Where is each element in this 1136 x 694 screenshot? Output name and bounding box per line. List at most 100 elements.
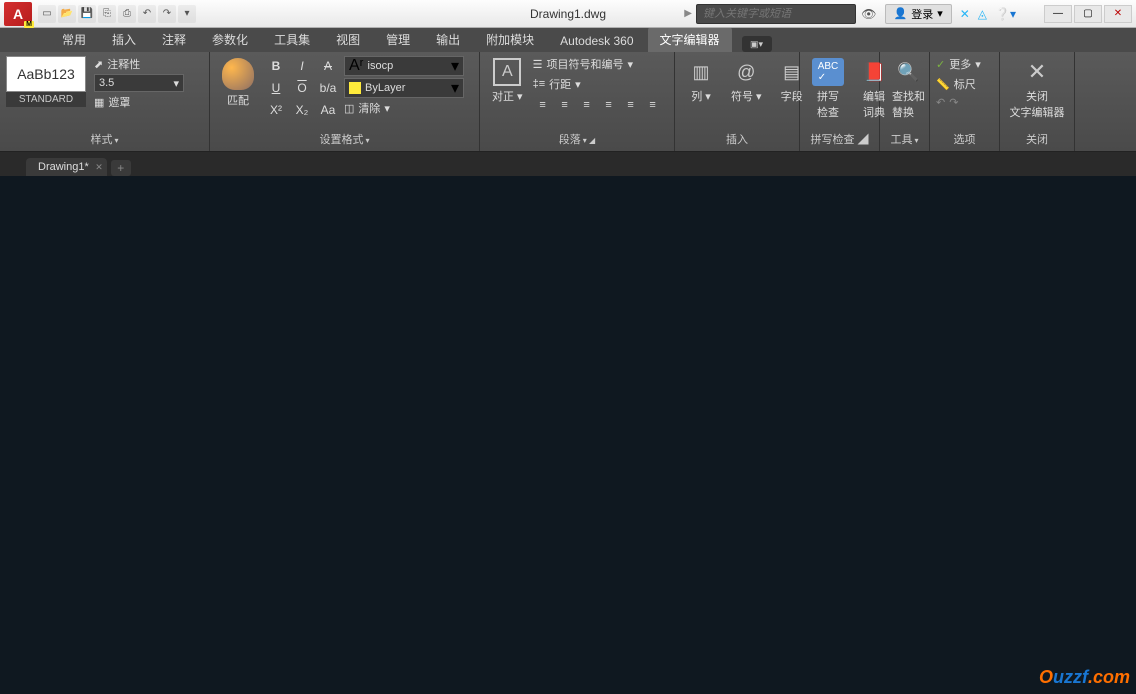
- text-height-dropdown[interactable]: 3.5▾: [94, 74, 184, 92]
- justify-button[interactable]: A 对正 ▾: [486, 56, 529, 106]
- align-dist-icon[interactable]: ≡: [643, 96, 663, 114]
- panel-format-label: 设置格式▾: [216, 129, 473, 149]
- maximize-button[interactable]: ▢: [1074, 5, 1102, 23]
- linespacing-dropdown[interactable]: ‡≡ 行距▾: [533, 76, 668, 92]
- superscript-button[interactable]: X²: [264, 100, 288, 120]
- user-icon: 👤: [894, 7, 908, 20]
- linespacing-icon: ‡≡: [533, 78, 546, 90]
- qat-saveas-icon[interactable]: ⎘: [98, 5, 116, 23]
- clear-button[interactable]: ◫ 清除 ▾: [344, 100, 464, 116]
- tab-annotate[interactable]: 注释: [150, 27, 198, 52]
- close-editor-button[interactable]: ✕ 关闭 文字编辑器: [1004, 56, 1071, 122]
- tab-a360[interactable]: Autodesk 360: [548, 30, 645, 52]
- tab-text-editor[interactable]: 文字编辑器: [648, 27, 732, 52]
- qat-new-icon[interactable]: ▭: [38, 5, 56, 23]
- panel-tools: 🔍 查找和 替换 工具▾: [880, 52, 930, 151]
- app-logo[interactable]: A: [4, 2, 32, 26]
- mask-icon: ▦: [94, 96, 104, 109]
- color-dropdown[interactable]: ByLayer ▾: [344, 78, 464, 98]
- panel-style: AaBb123 STANDARD ⬈ 注释性 3.5▾ ▦ 遮罩: [0, 52, 210, 151]
- ruler-toggle[interactable]: 📏 标尺: [936, 76, 981, 92]
- stack-button[interactable]: b/a: [316, 78, 340, 98]
- tab-addins[interactable]: 附加模块: [474, 27, 546, 52]
- share-icon[interactable]: ◬: [978, 7, 987, 21]
- panel-insert: ▥ 列 ▾ @ 符号 ▾ ▤ 字段 插入: [675, 52, 800, 151]
- panel-options-label: 选项: [936, 129, 993, 149]
- match-button[interactable]: 匹配: [216, 56, 260, 110]
- align-left-icon[interactable]: ≡: [533, 96, 553, 114]
- style-preview[interactable]: AaBb123: [6, 56, 86, 92]
- doc-tab-close-icon[interactable]: ✕: [95, 162, 103, 173]
- italic-button[interactable]: I: [290, 56, 314, 76]
- search-area: ▶: [684, 4, 856, 24]
- tab-toolset[interactable]: 工具集: [262, 27, 322, 52]
- minimize-button[interactable]: —: [1044, 5, 1072, 23]
- strike-button[interactable]: A: [316, 56, 340, 76]
- panel-format: 匹配 B I A U O b/a X² X₂ Aa: [210, 52, 480, 151]
- more-dropdown[interactable]: ✓ 更多▾: [936, 56, 981, 72]
- new-doc-tab-button[interactable]: +: [111, 160, 131, 176]
- tab-view[interactable]: 视图: [324, 27, 372, 52]
- titlebar-icons: 👁 👤 登录 ▾ ✕ ◬ ❔▾: [861, 4, 1016, 24]
- panel-spellcheck: ABC✓ 拼写 检查 📕 编辑 词典 拼写检查 ◢: [800, 52, 880, 151]
- mask-toggle[interactable]: ▦ 遮罩: [94, 94, 184, 110]
- tab-common[interactable]: 常用: [50, 27, 98, 52]
- column-button[interactable]: ▥ 列 ▾: [681, 56, 721, 106]
- help-icon[interactable]: ❔▾: [995, 7, 1016, 21]
- align-justify-icon[interactable]: ≡: [599, 96, 619, 114]
- ruler-icon: 📏: [936, 78, 950, 91]
- align-default-icon[interactable]: ≡: [621, 96, 641, 114]
- ribbon-minimize-icon[interactable]: ▣▾: [742, 36, 772, 52]
- document-tabs: Drawing1* ✕ +: [0, 152, 1136, 176]
- binoculars-icon[interactable]: 👁: [861, 7, 876, 21]
- panel-paragraph: A 对正 ▾ ☰ 项目符号和编号▾ ‡≡ 行距▾ ≡ ≡ ≡: [480, 52, 675, 151]
- find-icon: 🔍: [895, 58, 923, 86]
- tab-manage[interactable]: 管理: [374, 27, 422, 52]
- undo-icon[interactable]: ↶: [936, 96, 945, 109]
- brush-icon: [222, 58, 254, 90]
- login-button[interactable]: 👤 登录 ▾: [885, 4, 952, 24]
- align-center-icon[interactable]: ≡: [555, 96, 575, 114]
- overline-button[interactable]: O: [290, 78, 314, 98]
- panel-insert-label: 插入: [681, 129, 793, 149]
- qat-more-icon[interactable]: ▾: [178, 5, 196, 23]
- qat-save-icon[interactable]: 💾: [78, 5, 96, 23]
- at-icon: @: [732, 58, 760, 86]
- redo-icon[interactable]: ↷: [949, 96, 958, 109]
- search-input[interactable]: [696, 4, 856, 24]
- font-dropdown[interactable]: Aʳ isocp ▾: [344, 56, 464, 76]
- annotative-icon: ⬈: [94, 58, 103, 71]
- font-icon: Aʳ: [349, 57, 364, 75]
- eraser-icon: ◫: [344, 102, 354, 115]
- bold-button[interactable]: B: [264, 56, 288, 76]
- text-height-value: 3.5: [99, 77, 114, 89]
- changecase-button[interactable]: Aa: [316, 100, 340, 120]
- qat-open-icon[interactable]: 📂: [58, 5, 76, 23]
- tab-parametric[interactable]: 参数化: [200, 27, 260, 52]
- spellcheck-button[interactable]: ABC✓ 拼写 检查: [806, 56, 850, 122]
- tab-insert[interactable]: 插入: [100, 27, 148, 52]
- panel-spell-label: 拼写检查 ◢: [806, 129, 873, 149]
- ribbon: AaBb123 STANDARD ⬈ 注释性 3.5▾ ▦ 遮罩: [0, 52, 1136, 152]
- find-replace-button[interactable]: 🔍 查找和 替换: [886, 56, 931, 122]
- qat-undo-icon[interactable]: ↶: [138, 5, 156, 23]
- doc-tab-label: Drawing1*: [38, 161, 89, 173]
- bullets-icon: ☰: [533, 58, 543, 71]
- canvas-wrap: [-][俯视][二维线框] — ▢ ✕ 末坡下载 Y X 🔧 ✕ ▷_: [0, 176, 1136, 694]
- subscript-button[interactable]: X₂: [290, 100, 314, 120]
- symbol-button[interactable]: @ 符号 ▾: [725, 56, 768, 106]
- qat-print-icon[interactable]: ⎙: [118, 5, 136, 23]
- close-button[interactable]: ✕: [1104, 5, 1132, 23]
- font-value: isocp: [368, 60, 447, 72]
- search-arrow-icon: ▶: [684, 8, 692, 19]
- tab-output[interactable]: 输出: [424, 27, 472, 52]
- document-tab[interactable]: Drawing1* ✕: [26, 158, 107, 176]
- align-right-icon[interactable]: ≡: [577, 96, 597, 114]
- exchange-icon[interactable]: ✕: [960, 7, 970, 21]
- underline-button[interactable]: U: [264, 78, 288, 98]
- panel-close-label: 关闭: [1006, 129, 1068, 149]
- ribbon-tabs: 常用 插入 注释 参数化 工具集 视图 管理 输出 附加模块 Autodesk …: [0, 28, 1136, 52]
- annotative-toggle[interactable]: ⬈ 注释性: [94, 56, 184, 72]
- bullets-dropdown[interactable]: ☰ 项目符号和编号▾: [533, 56, 668, 72]
- qat-redo-icon[interactable]: ↷: [158, 5, 176, 23]
